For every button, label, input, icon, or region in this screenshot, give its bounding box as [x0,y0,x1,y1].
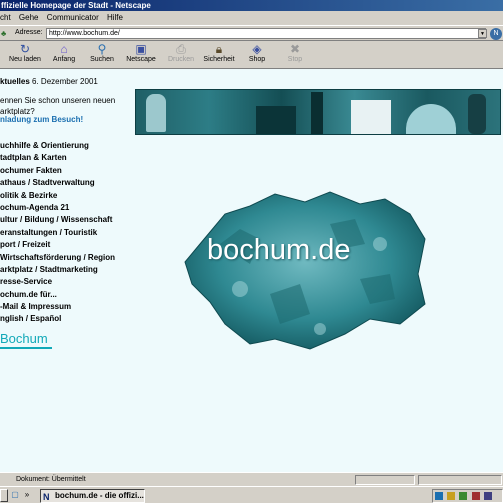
page-content: ktuelles 6. Dezember 2001 ennen Sie scho… [0,69,503,472]
date-line: ktuelles 6. Dezember 2001 [0,77,98,86]
shop-button[interactable]: ◈ Shop [244,42,270,68]
stop-label: Stop [287,56,303,63]
nav-item-email[interactable]: -Mail & Impressum [0,301,135,313]
netscape-button[interactable]: ▣ Netscape [122,42,160,68]
menu-ansicht[interactable]: cht [0,13,11,22]
taskbar-item-netscape[interactable]: N bochum.de - die offizi... [40,489,145,503]
bookmark-icon[interactable]: ♣ [1,29,10,38]
window-title: ffizielle Homepage der Stadt - Netscape [0,0,503,11]
address-input[interactable]: http://www.bochum.de/ [46,28,486,39]
nav-item-suchhilfe[interactable]: uchhilfe & Orientierung [0,140,135,152]
nav-item-marktplatz[interactable]: arktplatz / Stadtmarketing [0,264,135,276]
tray-icon[interactable] [459,492,468,500]
nav-item-veranstaltungen[interactable]: eranstaltungen / Touristik [0,227,135,239]
search-icon: ⚲ [97,42,107,56]
start-button[interactable] [0,489,8,502]
address-label: Adresse: [15,29,43,36]
invite-link[interactable]: nladung zum Besuch! [0,115,83,124]
home-icon: ⌂ [60,42,68,56]
menu-communicator[interactable]: Communicator [47,13,99,22]
bochum-logo-link[interactable]: Bochum [0,331,52,349]
home-label: Anfang [52,56,76,63]
menu-hilfe[interactable]: Hilfe [107,13,123,22]
nav-item-stadtplan[interactable]: tadtplan & Karten [0,152,135,164]
navigation-toolbar: ↻ Neu laden ⌂ Anfang ⚲ Suchen ▣ Netscape… [0,41,503,69]
tray-icon[interactable] [435,492,443,500]
nav-item-presse[interactable]: resse-Service [0,276,135,288]
print-label: Drucken [167,56,195,63]
address-bar: ♣ Adresse: http://www.bochum.de/ ▼ N [0,25,503,41]
reload-label: Neu laden [9,56,41,63]
security-button[interactable]: 🔒︎ Sicherheit [200,42,238,68]
nav-item-kultur[interactable]: ultur / Bildung / Wissenschaft [0,214,135,226]
task-label: bochum.de - die offizi... [55,491,144,500]
status-bar: Dokument: Übermittelt [0,472,503,486]
teaser-text: ennen Sie schon unseren neuen arktplatz? [0,96,116,116]
netscape-icon: N [43,492,50,502]
shop-icon: ◈ [252,42,262,56]
tray-icon[interactable] [471,492,480,500]
city-map-image[interactable] [180,184,430,354]
netscape-label: Netscape [126,56,156,63]
main-navigation: uchhilfe & Orientierung tadtplan & Karte… [0,140,135,326]
nav-item-fuer[interactable]: ochum.de für... [0,289,135,301]
status-progress [355,475,415,485]
menu-gehe[interactable]: Gehe [19,13,39,22]
print-button[interactable]: ⎙ Drucken [164,42,198,68]
reload-button[interactable]: ↻ Neu laden [6,42,44,68]
lock-icon: 🔒︎ [215,42,223,56]
nav-item-agenda[interactable]: ochum-Agenda 21 [0,202,135,214]
city-banner-image [135,89,501,135]
status-icons [418,475,502,485]
system-tray [432,489,503,503]
security-label: Sicherheit [203,56,235,63]
stop-icon: ✖ [289,42,301,56]
nav-item-english[interactable]: nglish / Español [0,313,135,325]
quicklaunch-chevron-icon[interactable]: » [22,490,32,500]
shop-label: Shop [248,56,266,63]
nav-item-sport[interactable]: port / Freizeit [0,239,135,251]
search-button[interactable]: ⚲ Suchen [86,42,118,68]
netscape-icon: ▣ [135,42,147,56]
nav-item-rathaus[interactable]: athaus / Stadtverwaltung [0,177,135,189]
tray-icon[interactable] [447,492,456,500]
netscape-globe-icon[interactable]: N [490,28,502,40]
taskbar: ▢ » N bochum.de - die offizi... [0,486,503,503]
search-label: Suchen [90,56,114,63]
desktop-icon[interactable]: ▢ [10,490,20,500]
menu-bar: cht Gehe Communicator Hilfe [0,11,503,25]
chevron-down-icon[interactable]: ▼ [478,29,487,38]
current-date: 6. Dezember 2001 [32,77,98,86]
nav-item-wirtschaft[interactable]: Wirtschaftsförderung / Region [0,252,135,264]
print-icon: ⎙ [176,42,186,56]
reload-icon: ↻ [19,42,31,56]
news-heading[interactable]: ktuelles [0,77,30,86]
stop-button[interactable]: ✖ Stop [282,42,308,68]
home-button[interactable]: ⌂ Anfang [48,42,80,68]
map-title: bochum.de [207,234,351,266]
nav-item-fakten[interactable]: ochumer Fakten [0,165,135,177]
status-text: Dokument: Übermittelt [16,476,86,483]
tray-icon[interactable] [483,492,492,500]
nav-item-politik[interactable]: olitik & Bezirke [0,190,135,202]
